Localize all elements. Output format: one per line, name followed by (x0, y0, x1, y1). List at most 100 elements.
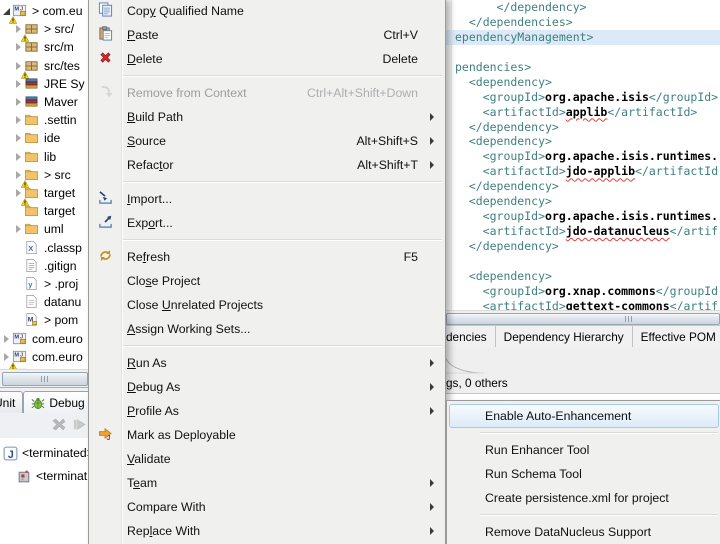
context-menu-item-delete[interactable]: DeleteDelete (91, 47, 443, 71)
menu-item-label: Refresh (120, 250, 404, 264)
tree-item-gitign[interactable]: .gitign (13, 257, 77, 275)
datanucleus-submenu-item-create-persistence-xml-for-project[interactable]: Create persistence.xml for project (449, 486, 719, 510)
tree-item-com-eu[interactable]: MJ> com.eu (1, 2, 82, 20)
proj-file-icon: y (24, 280, 39, 294)
tree-item-pom[interactable]: M> pom (13, 311, 78, 329)
package-explorer: MJ> com.eu> src/src/msrc/tesJRE SyMaver.… (0, 0, 88, 369)
resume-icon[interactable] (72, 417, 88, 432)
tree-item-proj[interactable]: y> .proj (13, 275, 78, 293)
context-menu-item-compare-with[interactable]: Compare With (91, 495, 443, 519)
misspelled-token: jdo-datanucleus (566, 224, 670, 238)
code-line: pendencies> (444, 60, 720, 75)
context-menu-item-source[interactable]: SourceAlt+Shift+S (91, 129, 443, 153)
context-menu-item-replace-with[interactable]: Replace With (91, 519, 443, 543)
code-line: </dependencies> (444, 15, 720, 30)
view-tab-unit[interactable]: Unit (0, 391, 23, 413)
context-menu-item-copy-qualified-name[interactable]: Copy Qualified Name (91, 0, 443, 23)
tree-item-src-m[interactable]: src/m (13, 38, 74, 56)
context-menu-item-debug-as[interactable]: Debug As (91, 375, 443, 399)
launch-item-1[interactable]: <terminat (16, 467, 87, 485)
context-menu-item-export[interactable]: Export... (91, 211, 443, 235)
package-icon (24, 39, 41, 55)
xml-editor[interactable]: </dependency> </dependencies>ependencyMa… (444, 0, 720, 310)
code-line (444, 254, 720, 269)
launch-item-0[interactable]: J<terminated> (2, 444, 88, 462)
code-line: <artifactId>applib</artifactId> (444, 105, 720, 120)
folder-icon (24, 221, 41, 237)
tree-item-uml[interactable]: uml (13, 220, 64, 238)
context-menu-item-refresh[interactable]: RefreshF5 (91, 245, 443, 269)
scrollbar-thumb[interactable] (446, 313, 720, 325)
context-menu-item-remove-from-context[interactable]: Remove from ContextCtrl+Alt+Shift+Down (91, 81, 443, 105)
tree-item-jre-sy[interactable]: JRE Sy (13, 75, 85, 93)
tree-twistie-icon[interactable] (13, 225, 24, 233)
view-tab-label: Debug (49, 396, 84, 410)
context-menu-item-validate[interactable]: Validate (91, 447, 443, 471)
tree-item-maver[interactable]: Maver (13, 93, 78, 111)
context-menu-item-assign-working-sets[interactable]: Assign Working Sets... (91, 317, 443, 341)
tree-twistie-icon[interactable] (1, 335, 12, 343)
tree-item-com-euro[interactable]: MJcom.euro (1, 330, 83, 348)
xml-tag: </dependency> (455, 239, 559, 253)
folder-icon (24, 112, 41, 128)
tree-twistie-icon[interactable] (13, 98, 24, 106)
tree-twistie-icon[interactable] (13, 116, 24, 124)
file-icon (24, 294, 41, 310)
tree-item-lib[interactable]: lib (13, 148, 56, 166)
context-menu-item-paste[interactable]: PasteCtrl+V (91, 23, 443, 47)
datanucleus-submenu-item-remove-datanucleus-support[interactable]: Remove DataNucleus Support (449, 520, 719, 544)
tree-item-src[interactable]: > src (13, 166, 71, 184)
tree-item-classp[interactable]: X.classp (13, 239, 82, 257)
context-menu-item-import[interactable]: Import... (91, 187, 443, 211)
scrollbar-thumb[interactable] (2, 372, 88, 386)
refresh-icon (98, 248, 113, 266)
context-menu-item-close-project[interactable]: Close Project (91, 269, 443, 293)
tree-twistie-icon[interactable] (13, 43, 24, 51)
submenu-arrow-icon (430, 407, 442, 415)
tree-item-target[interactable]: target (13, 184, 75, 202)
xml-text: org.apache.isis (545, 90, 649, 104)
package-explorer-hscrollbar[interactable] (0, 369, 88, 387)
problems-summary: gs, 0 others (446, 376, 508, 390)
context-menu-item-close-unrelated-projects[interactable]: Close Unrelated Projects (91, 293, 443, 317)
tree-item-settin[interactable]: .settin (13, 111, 77, 129)
pom-editor-tab-effective-pom[interactable]: Effective POM (633, 326, 720, 347)
view-tab-debug[interactable]: Debug (23, 391, 88, 413)
datanucleus-submenu-item-enable-auto-enhancement[interactable]: Enable Auto-Enhancement (449, 404, 719, 428)
context-menu-item-profile-as[interactable]: Profile As (91, 399, 443, 423)
launch-item-label: <terminat (36, 469, 87, 483)
folder-icon (24, 153, 39, 167)
menu-item-accelerator: Alt+Shift+T (357, 158, 430, 172)
tree-twistie-icon[interactable] (13, 80, 24, 88)
context-menu-item-refactor[interactable]: RefactorAlt+Shift+T (91, 153, 443, 177)
context-menu-item-team[interactable]: Team (91, 471, 443, 495)
tree-twistie-icon[interactable] (13, 153, 24, 161)
datanucleus-submenu-item-run-enhancer-tool[interactable]: Run Enhancer Tool (449, 438, 719, 462)
tree-item-target[interactable]: target (13, 202, 75, 220)
tree-twistie-icon[interactable] (13, 134, 24, 142)
process-icon (16, 474, 33, 488)
text-file-icon (24, 262, 39, 276)
tree-item-src-tes[interactable]: src/tes (13, 57, 80, 75)
xml-tag: </dependencies> (455, 15, 573, 29)
xml-tag: <artifactId> (455, 164, 566, 178)
context-menu-item-mark-as-deployable[interactable]: JMark as Deployable (91, 423, 443, 447)
datanucleus-submenu-item-run-schema-tool[interactable]: Run Schema Tool (449, 462, 719, 486)
tree-item-com-euro[interactable]: MJcom.euro (1, 348, 83, 366)
tree-item-datanu[interactable]: datanu (13, 293, 81, 311)
editor-hscrollbar[interactable] (444, 310, 720, 326)
folder-icon (24, 207, 39, 221)
xml-tag: </artif (670, 299, 718, 310)
remove-all-terminated-icon[interactable] (51, 417, 67, 432)
menu-item-label: Mark as Deployable (120, 428, 418, 442)
pom-editor-tab-dependency-hierarchy[interactable]: Dependency Hierarchy (496, 326, 633, 347)
code-line (444, 45, 720, 60)
context-menu-item-run-as[interactable]: Run As (91, 351, 443, 375)
tree-item-label: com.euro (29, 332, 83, 346)
tree-item-src[interactable]: > src/ (13, 20, 74, 38)
xml-tag: <groupId> (455, 209, 545, 223)
pom-editor-tab-dencies[interactable]: dencies (444, 326, 496, 347)
context-menu-item-build-path[interactable]: Build Path (91, 105, 443, 129)
tree-item-ide[interactable]: ide (13, 129, 60, 147)
debug-launch-list: J<terminated> <terminat (0, 438, 88, 544)
